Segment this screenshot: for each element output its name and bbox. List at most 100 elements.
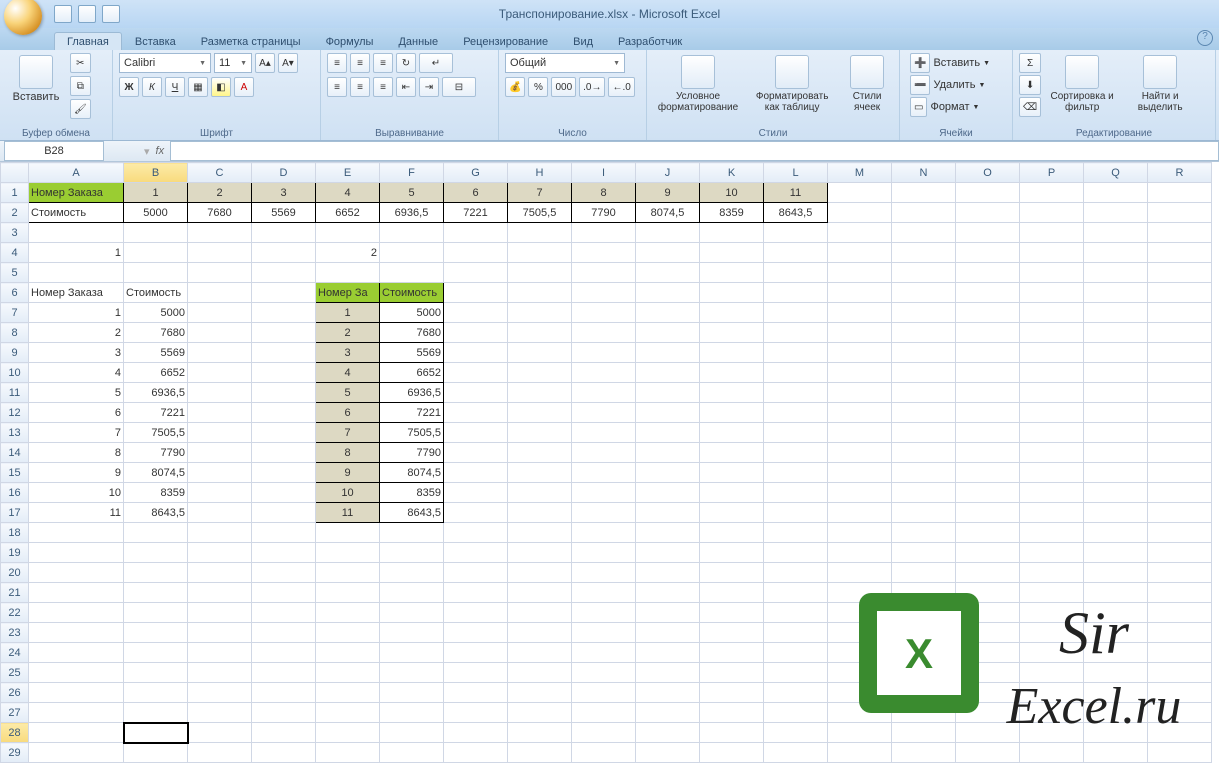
cell[interactable]: 6 <box>29 403 124 423</box>
cell[interactable] <box>1020 383 1084 403</box>
row-header[interactable]: 26 <box>1 683 29 703</box>
cell[interactable] <box>892 303 956 323</box>
cell[interactable] <box>828 663 892 683</box>
cell[interactable] <box>1084 363 1148 383</box>
cell[interactable]: 8074,5 <box>636 203 700 223</box>
cell[interactable] <box>892 243 956 263</box>
cell[interactable] <box>700 343 764 363</box>
cell[interactable] <box>188 303 252 323</box>
cell[interactable] <box>444 263 508 283</box>
fx-icon[interactable]: fx <box>156 145 165 157</box>
cell[interactable] <box>828 603 892 623</box>
cell[interactable] <box>956 563 1020 583</box>
cell[interactable] <box>892 563 956 583</box>
cell[interactable] <box>828 483 892 503</box>
cell[interactable] <box>380 523 444 543</box>
cell[interactable] <box>636 263 700 283</box>
column-header[interactable]: F <box>380 163 444 183</box>
cell[interactable] <box>1020 643 1084 663</box>
cell[interactable] <box>700 703 764 723</box>
cell[interactable] <box>316 603 380 623</box>
cell[interactable] <box>764 303 828 323</box>
cell[interactable]: 1 <box>316 303 380 323</box>
cell[interactable] <box>956 183 1020 203</box>
cell[interactable]: 1 <box>29 303 124 323</box>
cell[interactable] <box>956 463 1020 483</box>
cell[interactable] <box>636 343 700 363</box>
cell[interactable] <box>508 663 572 683</box>
row-header[interactable]: 10 <box>1 363 29 383</box>
cell[interactable] <box>380 603 444 623</box>
cell[interactable] <box>188 343 252 363</box>
cell[interactable] <box>572 723 636 743</box>
cell[interactable] <box>892 643 956 663</box>
cell[interactable]: Стоимость <box>380 283 444 303</box>
row-header[interactable]: 16 <box>1 483 29 503</box>
cell[interactable]: 4 <box>316 363 380 383</box>
cell[interactable] <box>252 263 316 283</box>
cell[interactable] <box>252 603 316 623</box>
tab-developer[interactable]: Разработчик <box>606 33 694 50</box>
cell[interactable] <box>380 583 444 603</box>
cell[interactable] <box>956 263 1020 283</box>
cell[interactable]: 8643,5 <box>380 503 444 523</box>
cell[interactable] <box>1084 243 1148 263</box>
cell[interactable] <box>1148 563 1212 583</box>
cell[interactable] <box>636 243 700 263</box>
cell[interactable] <box>764 703 828 723</box>
cell[interactable] <box>956 283 1020 303</box>
cell[interactable] <box>1084 603 1148 623</box>
cell[interactable]: 6936,5 <box>380 383 444 403</box>
cell[interactable] <box>892 523 956 543</box>
cell[interactable] <box>828 743 892 763</box>
cell[interactable] <box>252 403 316 423</box>
cell[interactable] <box>828 443 892 463</box>
cell[interactable] <box>892 263 956 283</box>
cell[interactable] <box>828 183 892 203</box>
cell[interactable] <box>188 483 252 503</box>
cell[interactable] <box>124 703 188 723</box>
cell[interactable] <box>380 543 444 563</box>
cell[interactable] <box>956 223 1020 243</box>
cell[interactable] <box>124 523 188 543</box>
cell[interactable] <box>764 683 828 703</box>
cell[interactable] <box>188 443 252 463</box>
cell[interactable] <box>124 683 188 703</box>
cell[interactable] <box>252 723 316 743</box>
delete-cells-button[interactable]: ➖Удалить▼ <box>906 75 989 95</box>
cell[interactable] <box>764 323 828 343</box>
cell[interactable] <box>1084 183 1148 203</box>
cell[interactable]: 5 <box>316 383 380 403</box>
cell[interactable] <box>636 683 700 703</box>
row-header[interactable]: 12 <box>1 403 29 423</box>
cell[interactable] <box>444 583 508 603</box>
cell[interactable] <box>892 463 956 483</box>
column-header[interactable]: G <box>444 163 508 183</box>
cell[interactable] <box>764 723 828 743</box>
cell[interactable] <box>764 583 828 603</box>
borders-button[interactable]: ▦ <box>188 77 208 97</box>
cell[interactable] <box>1148 363 1212 383</box>
cell[interactable]: 6 <box>316 403 380 423</box>
cell[interactable] <box>188 643 252 663</box>
cell[interactable] <box>380 263 444 283</box>
cell[interactable] <box>764 363 828 383</box>
cell[interactable] <box>124 263 188 283</box>
cell[interactable] <box>1084 703 1148 723</box>
cell[interactable] <box>1148 643 1212 663</box>
fill-button[interactable]: ⬇ <box>1019 75 1041 95</box>
tab-formulas[interactable]: Формулы <box>314 33 386 50</box>
cell[interactable] <box>1148 583 1212 603</box>
cell[interactable] <box>1020 623 1084 643</box>
autosum-button[interactable]: Σ <box>1019 53 1041 73</box>
cell[interactable]: 7505,5 <box>124 423 188 443</box>
cell[interactable] <box>124 223 188 243</box>
cell[interactable] <box>1148 203 1212 223</box>
cell[interactable]: 7221 <box>444 203 508 223</box>
cell[interactable] <box>1148 383 1212 403</box>
italic-button[interactable]: К <box>142 77 162 97</box>
cell[interactable] <box>828 423 892 443</box>
row-header[interactable]: 4 <box>1 243 29 263</box>
cell[interactable] <box>1084 383 1148 403</box>
cell[interactable] <box>124 603 188 623</box>
